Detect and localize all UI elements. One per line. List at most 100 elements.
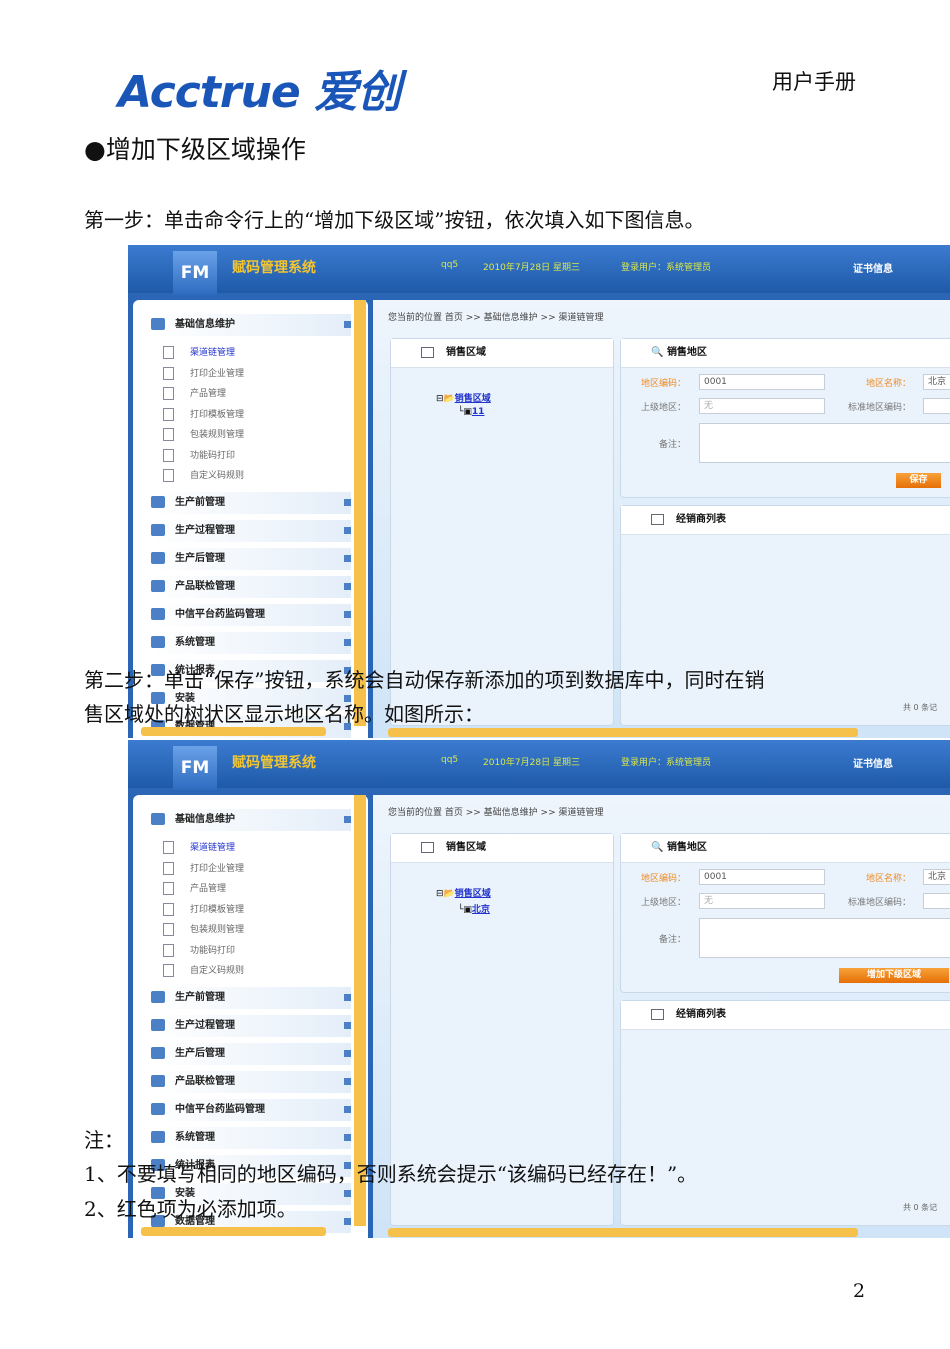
sidebar-group[interactable]: 生产过程管理 <box>151 1015 351 1037</box>
record-count: 共 0 条记 <box>903 703 938 712</box>
parent-input[interactable]: 无 <box>699 893 825 909</box>
subitem-label: 自定义码规则 <box>190 471 245 481</box>
section-heading: ●增加下级区域操作 <box>84 135 306 164</box>
document-icon <box>163 428 174 441</box>
expand-icon <box>344 499 351 506</box>
login-user: 登录用户：系统管理员 <box>621 263 712 273</box>
tree-child[interactable]: └▣11 <box>458 407 484 417</box>
sidebar-subitem[interactable]: 渠道链管理 <box>163 840 235 854</box>
group-icon <box>151 580 165 592</box>
expand-icon <box>344 816 351 823</box>
sidebar-group[interactable]: 系统管理 <box>151 632 351 654</box>
tree-root[interactable]: ⊟📂销售区域 <box>436 391 491 404</box>
std-code-input[interactable] <box>923 893 950 909</box>
breadcrumb: 您当前的位置 首页 >> 基础信息维护 >> 渠道链管理 <box>388 313 604 323</box>
panel-title: 销售区域 <box>391 339 613 368</box>
sidebar-group[interactable]: 中信平台药监码管理 <box>151 1099 351 1121</box>
subitem-label: 包装规则管理 <box>190 430 245 440</box>
name-input[interactable]: 北京 <box>923 869 950 885</box>
sidebar-subitem[interactable]: 打印模板管理 <box>163 902 244 916</box>
sidebar-subitem[interactable]: 功能码打印 <box>163 448 235 462</box>
group-label: 系统管理 <box>175 1132 215 1143</box>
sidebar-subitem[interactable]: 渠道链管理 <box>163 345 235 359</box>
subitem-label: 渠道链管理 <box>190 348 236 358</box>
window-icon <box>421 841 434 853</box>
group-icon <box>151 1131 165 1143</box>
subitem-label: 打印模板管理 <box>190 904 245 915</box>
add-subregion-button[interactable]: 增加下级区域 <box>839 968 949 983</box>
sidebar-subitem[interactable]: 自定义码规则 <box>163 963 244 977</box>
code-input[interactable]: 0001 <box>699 374 825 390</box>
subitem-label: 包装规则管理 <box>190 925 245 935</box>
sidebar-subitem[interactable]: 打印企业管理 <box>163 861 244 875</box>
sidebar-group[interactable]: 生产前管理 <box>151 492 351 514</box>
search-icon: 🔍 <box>651 842 667 853</box>
group-label: 生产前管理 <box>175 992 225 1003</box>
sidebar-subitem[interactable]: 包装规则管理 <box>163 922 244 936</box>
panel-title: 经销商列表 <box>621 506 950 535</box>
sidebar-group[interactable]: 生产过程管理 <box>151 520 351 542</box>
step2-line1: 第二步：单击“保存”按钮，系统会自动保存新添加的项到数据库中，同时在销 <box>84 668 765 692</box>
sidebar-group-basic-info[interactable]: 基础信息维护 <box>151 809 351 831</box>
expand-icon <box>344 1050 351 1057</box>
form-panel: 🔍 销售地区 地区编码： 0001 地区名称： 北京 上级地区： 无 标准地区编码： 备注： 增加… <box>620 833 950 993</box>
sidebar-subitem[interactable]: 产品管理 <box>163 386 226 400</box>
panel-title: 🔍 销售地区 <box>621 339 950 368</box>
tree-child-link[interactable]: 11 <box>472 407 485 417</box>
std-code-label: 标准地区编码： <box>847 898 911 908</box>
tree-root-link[interactable]: 销售区域 <box>455 889 491 899</box>
expand-icon <box>344 1022 351 1029</box>
code-input[interactable]: 0001 <box>699 869 825 885</box>
sidebar-hscrollbar[interactable] <box>141 1227 326 1236</box>
sidebar-group[interactable]: 产品联检管理 <box>151 1071 351 1093</box>
expand-icon <box>344 639 351 646</box>
subitem-label: 产品管理 <box>190 389 227 399</box>
step2-line2: 售区域处的树状区显示地区名称。如图所示： <box>84 702 484 726</box>
sidebar-group[interactable]: 生产前管理 <box>151 987 351 1009</box>
user-host: qq5 <box>441 755 459 765</box>
subitem-label: 功能码打印 <box>190 450 236 461</box>
tree-root-link[interactable]: 销售区域 <box>455 394 491 404</box>
window-icon <box>421 346 434 358</box>
sidebar-subitem[interactable]: 功能码打印 <box>163 943 235 957</box>
sidebar-group-basic-info[interactable]: 基础信息维护 <box>151 314 351 336</box>
sidebar-subitem[interactable]: 包装规则管理 <box>163 427 244 441</box>
document-icon <box>163 861 174 875</box>
tree-child-link[interactable]: 北京 <box>472 905 490 915</box>
name-input[interactable]: 北京 <box>923 374 950 390</box>
parent-label: 上级地区： <box>640 403 686 413</box>
fm-logo: FM <box>173 746 217 790</box>
sidebar-group[interactable]: 生产后管理 <box>151 1043 351 1065</box>
cert-info-link[interactable]: 证书信息 <box>853 260 893 275</box>
sidebar-group[interactable]: 生产后管理 <box>151 548 351 570</box>
date: 2010年7月28日 星期三 <box>483 263 580 273</box>
expand-icon <box>344 994 351 1001</box>
page-number: 2 <box>853 1280 866 1302</box>
remark-textarea[interactable] <box>699 918 950 958</box>
group-icon <box>151 1075 165 1087</box>
panel-title: 🔍 销售地区 <box>621 834 950 863</box>
save-button[interactable]: 保存 <box>896 473 941 488</box>
sidebar-subitem[interactable]: 打印企业管理 <box>163 366 244 380</box>
document-icon <box>163 387 174 400</box>
sidebar-group[interactable]: 系统管理 <box>151 1127 351 1149</box>
sidebar-subitem[interactable]: 打印模板管理 <box>163 407 244 421</box>
sidebar-group[interactable]: 中信平台药监码管理 <box>151 604 351 626</box>
note-1: 1、不要填写相同的地区编码，否则系统会提示“该编码已经存在！”。 <box>84 1162 698 1186</box>
content-hscrollbar[interactable] <box>388 1228 858 1237</box>
group-label: 生产过程管理 <box>175 525 235 536</box>
sidebar-subitem[interactable]: 自定义码规则 <box>163 468 244 482</box>
sidebar-subitem[interactable]: 产品管理 <box>163 881 226 895</box>
parent-input[interactable]: 无 <box>699 398 825 414</box>
std-code-input[interactable] <box>923 398 950 414</box>
group-icon <box>151 1103 165 1115</box>
group-label: 产品联检管理 <box>175 1076 235 1087</box>
tree-child[interactable]: └▣北京 <box>458 902 490 915</box>
cert-info-link[interactable]: 证书信息 <box>853 755 893 770</box>
group-icon <box>151 552 165 564</box>
login-user: 登录用户：系统管理员 <box>621 758 712 768</box>
tree-root[interactable]: ⊟📂销售区域 <box>436 886 491 899</box>
remark-textarea[interactable] <box>699 423 950 463</box>
search-icon: 🔍 <box>651 347 667 358</box>
sidebar-group[interactable]: 产品联检管理 <box>151 576 351 598</box>
